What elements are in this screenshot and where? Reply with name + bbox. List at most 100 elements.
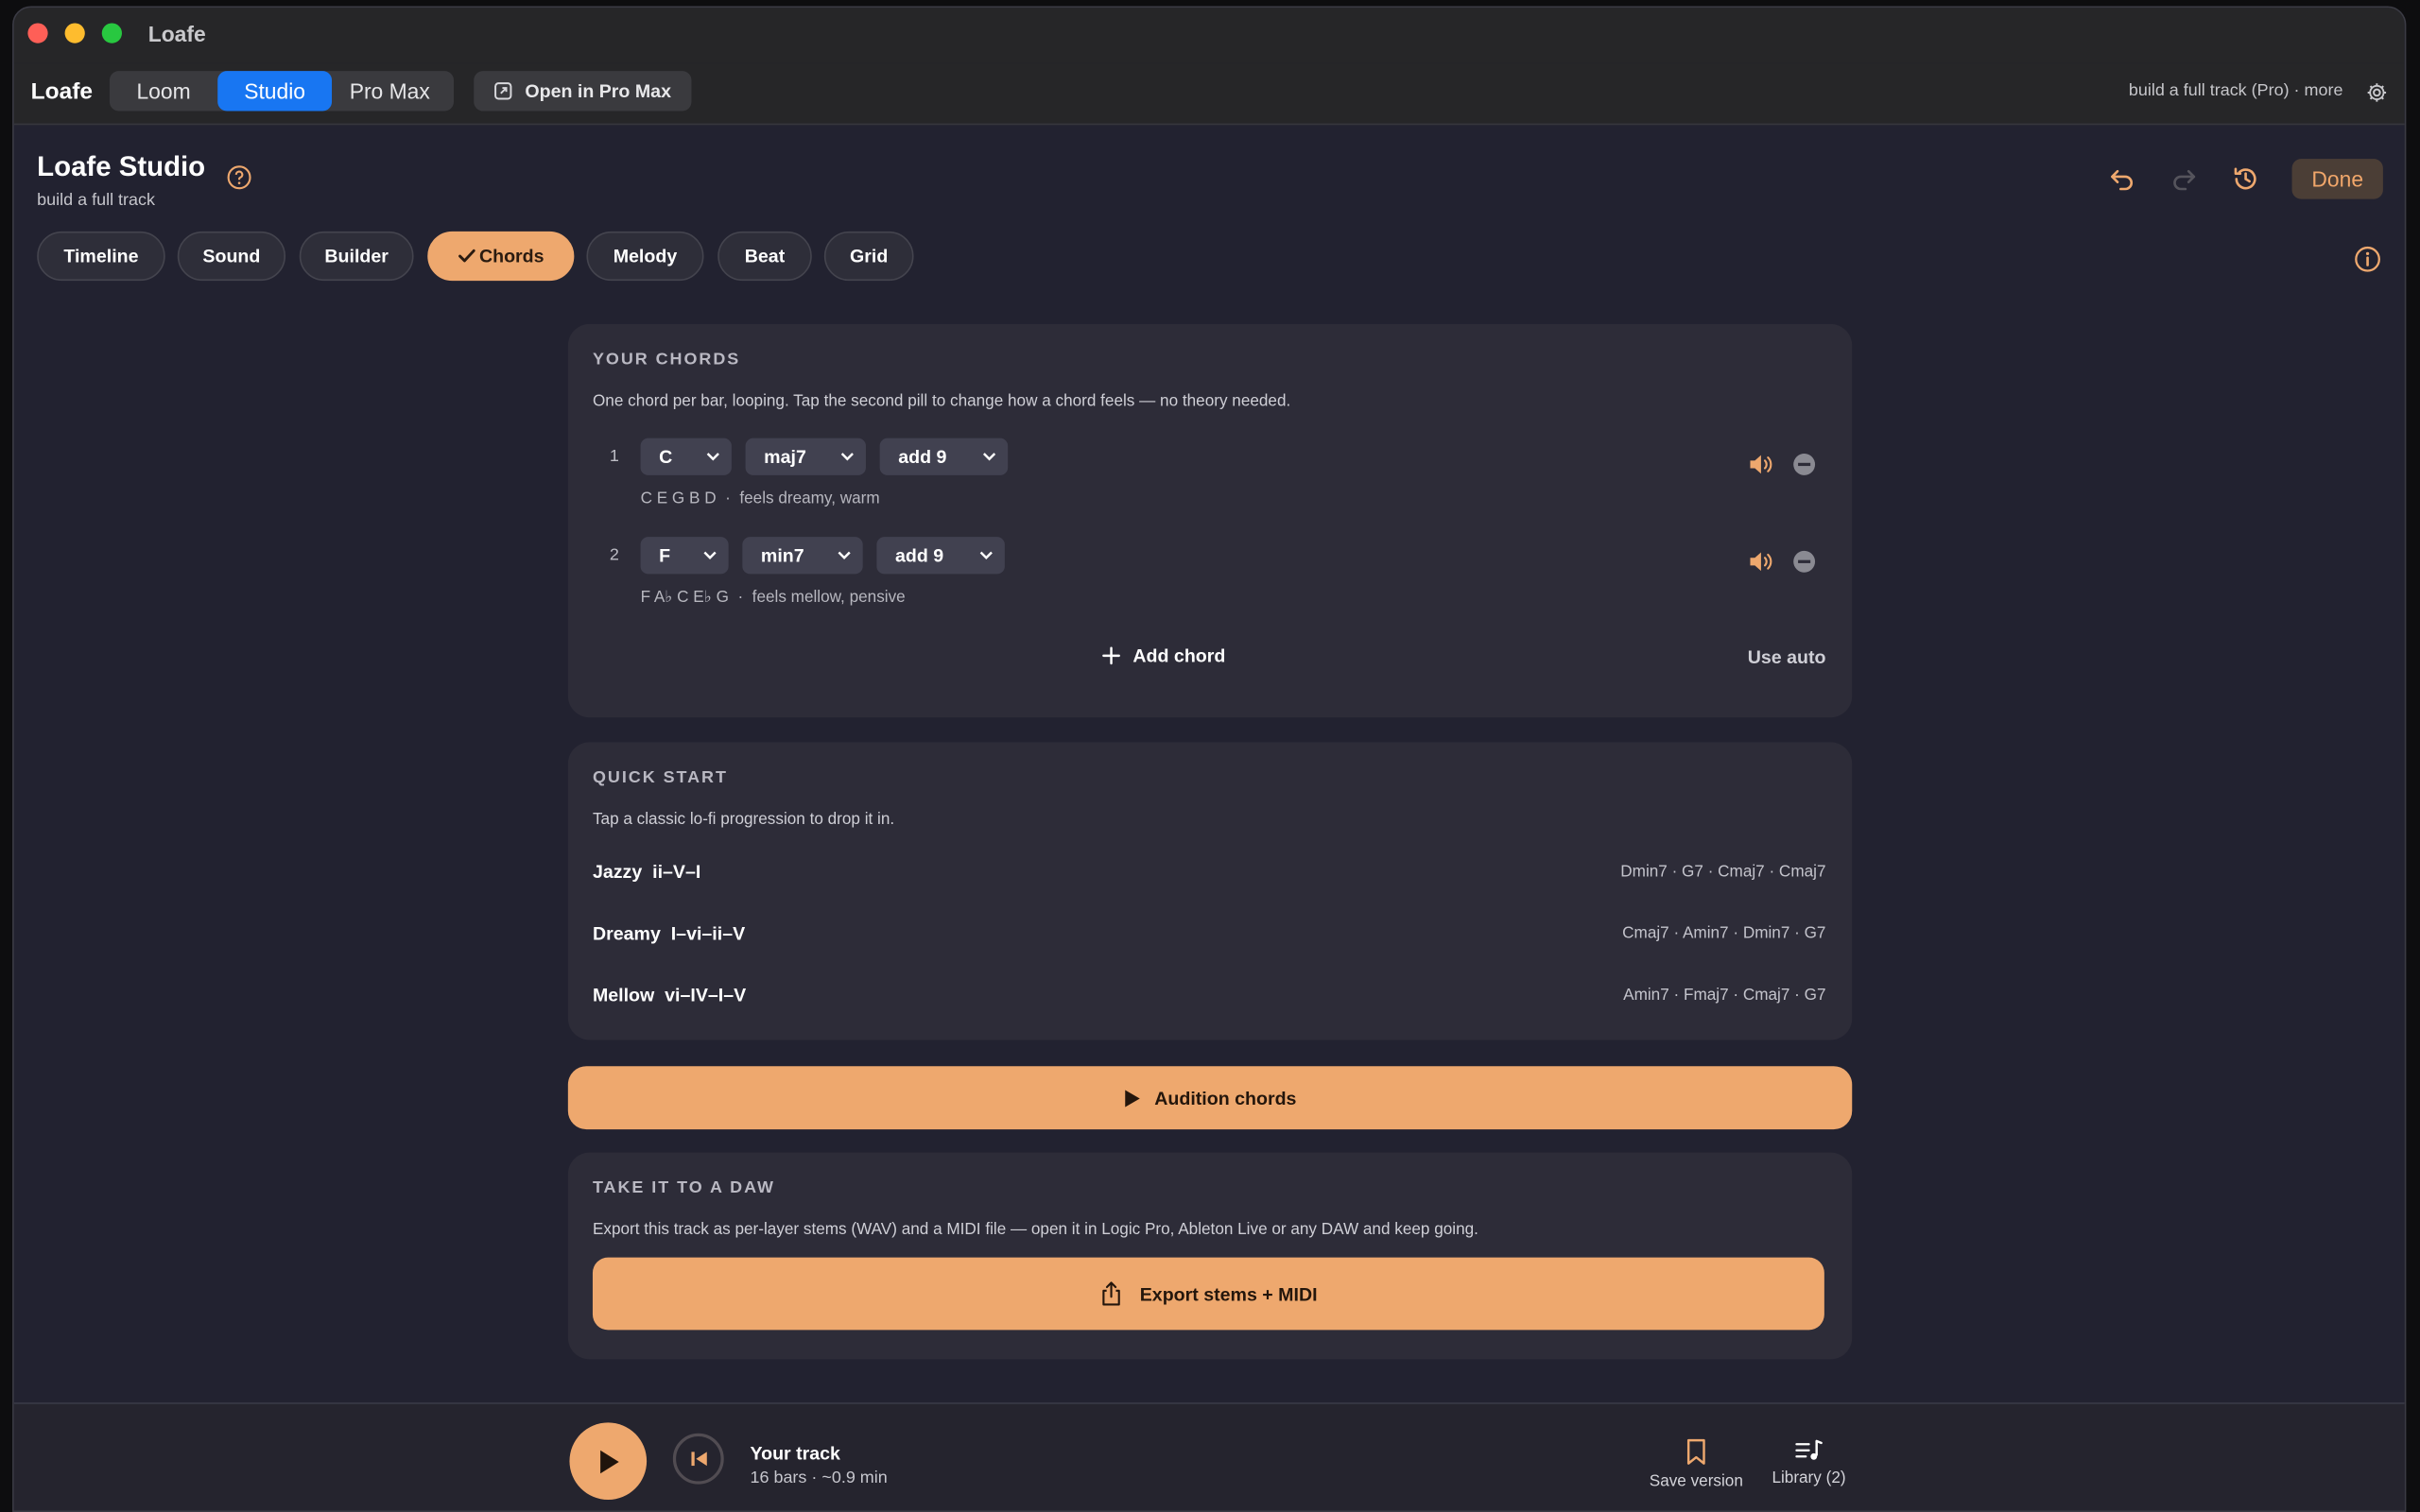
- chord-notes-value: F A♭ C E♭ G: [640, 588, 729, 607]
- mode-switcher: Loom Studio Pro Max: [109, 71, 455, 112]
- plus-icon: [1102, 646, 1120, 665]
- music-list-icon: [1795, 1439, 1823, 1460]
- rewind-button[interactable]: [672, 1433, 724, 1485]
- done-button[interactable]: Done: [2291, 159, 2383, 199]
- your-chords-title: YOUR CHORDS: [592, 350, 741, 369]
- brand-label: Loafe: [30, 78, 93, 106]
- audition-chords-button[interactable]: Audition chords: [567, 1066, 1853, 1130]
- tab-melody[interactable]: Melody: [586, 231, 704, 282]
- chevron-down-icon: [979, 551, 993, 559]
- app-window: Loafe Loafe Loom Studio Pro Max Open in …: [12, 6, 2407, 1512]
- close-window-button[interactable]: [27, 23, 48, 43]
- chord-row-number: 2: [609, 545, 619, 565]
- open-in-pro-max-label: Open in Pro Max: [525, 79, 671, 102]
- info-icon[interactable]: [2354, 246, 2381, 273]
- mode-studio[interactable]: Studio: [217, 71, 333, 112]
- tab-builder[interactable]: Builder: [299, 231, 414, 282]
- minimize-window-button[interactable]: [64, 23, 85, 43]
- chord-notes-value: C E G B D: [640, 489, 717, 508]
- quick-start-title: QUICK START: [592, 768, 728, 787]
- progression-name: Jazzy ii–V–I: [592, 861, 701, 883]
- chevron-down-icon: [840, 453, 854, 461]
- chord-row-number: 1: [609, 447, 619, 467]
- undo-icon[interactable]: [2108, 165, 2135, 193]
- audition-chords-label: Audition chords: [1154, 1087, 1297, 1109]
- progression-chords: Cmaj7 · Amin7 · Dmin7 · G7: [1622, 923, 1826, 943]
- chord-extension-select[interactable]: add 9: [876, 537, 1005, 575]
- chevron-down-icon: [703, 551, 717, 559]
- library-label: Library (2): [1772, 1469, 1846, 1487]
- zoom-window-button[interactable]: [101, 23, 122, 43]
- tab-beat[interactable]: Beat: [717, 231, 812, 282]
- chevron-down-icon: [982, 453, 996, 461]
- chord-extension-value: add 9: [894, 544, 944, 567]
- app-toolbar: Loafe Loom Studio Pro Max Open in Pro Ma…: [13, 62, 2405, 126]
- player-bar: Your track 16 bars · ~0.9 min Save versi…: [13, 1402, 2405, 1511]
- chord-quality-value: min7: [760, 544, 804, 567]
- remove-chord-button[interactable]: [1793, 550, 1816, 573]
- chord-feel: feels dreamy, warm: [739, 489, 880, 508]
- gear-icon[interactable]: [2366, 82, 2388, 104]
- tab-chords-label: Chords: [478, 245, 544, 267]
- save-version-button[interactable]: Save version: [1642, 1438, 1750, 1491]
- chord-notes: C E G B D · feels dreamy, warm: [640, 489, 880, 508]
- check-icon: [458, 249, 475, 263]
- quick-start-card: QUICK START Tap a classic lo-fi progress…: [567, 742, 1853, 1040]
- save-version-label: Save version: [1649, 1471, 1743, 1491]
- your-chords-card: YOUR CHORDS One chord per bar, looping. …: [567, 323, 1853, 718]
- open-in-pro-max-button[interactable]: Open in Pro Max: [474, 71, 692, 112]
- add-chord-button[interactable]: Add chord: [1102, 644, 1226, 667]
- speaker-icon[interactable]: [1749, 454, 1776, 475]
- history-icon[interactable]: [2232, 165, 2259, 193]
- chord-root-select[interactable]: C: [640, 438, 732, 475]
- chord-root-value: C: [659, 445, 673, 468]
- progression-chords: Amin7 · Fmaj7 · Cmaj7 · G7: [1623, 986, 1826, 1005]
- track-title: Your track: [750, 1442, 840, 1465]
- progression-name: Dreamy I–vi–ii–V: [592, 922, 746, 945]
- mode-pro-max[interactable]: Pro Max: [332, 71, 447, 111]
- tab-grid[interactable]: Grid: [823, 231, 914, 282]
- speaker-icon[interactable]: [1749, 551, 1776, 573]
- chord-quality-select[interactable]: min7: [742, 537, 863, 575]
- play-icon: [599, 1449, 618, 1473]
- export-label: Export stems + MIDI: [1139, 1282, 1318, 1305]
- chord-extension-select[interactable]: add 9: [879, 438, 1009, 475]
- tab-timeline[interactable]: Timeline: [37, 231, 165, 282]
- share-icon: [1103, 1281, 1121, 1306]
- plan-more-link[interactable]: build a full track (Pro) · more: [2129, 82, 2343, 101]
- daw-title: TAKE IT TO A DAW: [592, 1178, 775, 1197]
- help-icon[interactable]: [227, 165, 251, 190]
- daw-description: Export this track as per-layer stems (WA…: [592, 1220, 1478, 1240]
- chord-quality-value: maj7: [764, 445, 806, 468]
- export-stems-midi-button[interactable]: Export stems + MIDI: [592, 1257, 1824, 1331]
- add-chord-label: Add chord: [1132, 644, 1226, 667]
- page-subtitle: build a full track: [37, 191, 155, 211]
- play-icon: [1125, 1089, 1140, 1107]
- play-button[interactable]: [569, 1422, 648, 1500]
- title-bar: Loafe: [13, 8, 2405, 63]
- remove-chord-button[interactable]: [1793, 454, 1816, 475]
- tab-chords[interactable]: Chords: [427, 231, 575, 282]
- chord-quality-select[interactable]: maj7: [745, 438, 866, 475]
- progression-name: Mellow vi–IV–I–V: [592, 984, 747, 1006]
- daw-export-card: TAKE IT TO A DAW Export this track as pe…: [567, 1152, 1853, 1360]
- tab-sound[interactable]: Sound: [177, 231, 286, 282]
- chevron-down-icon: [838, 551, 851, 559]
- chord-feel: feels mellow, pensive: [752, 588, 906, 607]
- quick-start-description: Tap a classic lo-fi progression to drop …: [592, 810, 895, 829]
- chord-root-value: F: [659, 544, 671, 567]
- skip-back-icon: [690, 1452, 706, 1467]
- track-meta: 16 bars · ~0.9 min: [750, 1469, 888, 1487]
- page-title: Loafe Studio: [37, 151, 206, 182]
- your-chords-description: One chord per bar, looping. Tap the seco…: [592, 391, 1291, 411]
- redo-icon[interactable]: [2170, 165, 2198, 193]
- progression-chords: Dmin7 · G7 · Cmaj7 · Cmaj7: [1620, 862, 1826, 882]
- mode-loom[interactable]: Loom: [110, 71, 217, 111]
- external-link-icon: [494, 82, 512, 100]
- use-auto-button[interactable]: Use auto: [1748, 646, 1826, 668]
- library-button[interactable]: Library (2): [1764, 1438, 1854, 1487]
- chord-extension-value: add 9: [898, 445, 947, 468]
- chord-root-select[interactable]: F: [640, 537, 729, 575]
- chord-notes: F A♭ C E♭ G · feels mellow, pensive: [640, 588, 906, 607]
- bookmark-icon: [1686, 1438, 1705, 1465]
